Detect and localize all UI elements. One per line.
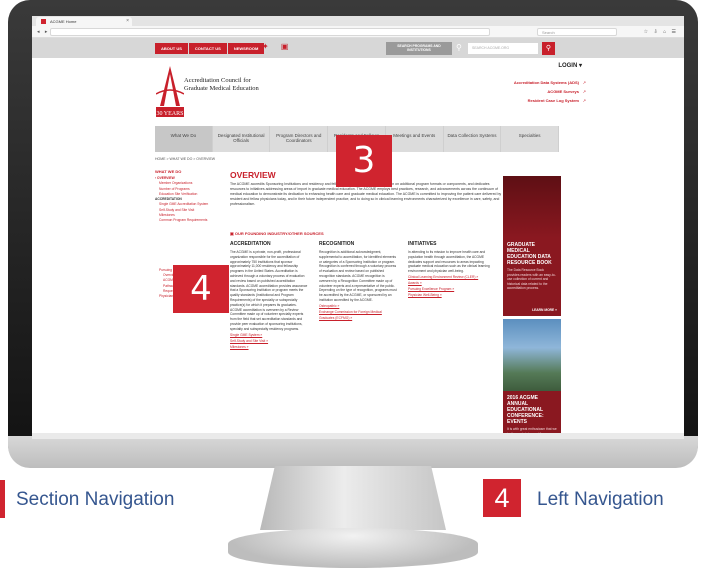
promo-title: 2016 ACGME ANNUAL EDUCATIONAL CONFERENCE… <box>507 395 544 425</box>
left-nav-item[interactable]: Single GME Accreditation System <box>155 202 213 207</box>
left-nav-item[interactable]: Common Program Requirements <box>155 218 213 223</box>
header-link-surveys[interactable]: ACGME Surveys <box>547 89 579 94</box>
header-link-ads[interactable]: Accreditation Data Systems (ADS) <box>514 80 579 85</box>
nav-what-we-do[interactable]: What We Do <box>155 126 213 152</box>
learn-more-button[interactable]: LEARN MORE » <box>532 308 557 312</box>
top-link-about[interactable]: ABOUT US <box>155 43 188 54</box>
browser-search-field[interactable]: Search <box>537 28 617 36</box>
left-nav-title[interactable]: WHAT WE DO <box>155 169 213 174</box>
conference-photo <box>503 319 561 391</box>
left-nav-callout: 4 <box>173 265 229 313</box>
close-icon[interactable]: × <box>126 18 129 24</box>
promo-text: The Data Resource Book provides readers … <box>507 268 556 291</box>
column-text: The ACGME is a private, non-profit, prof… <box>230 250 308 331</box>
promo-title: GRADUATE MEDICAL EDUCATION DATA RESOURCE… <box>507 242 552 266</box>
nav-data-collection[interactable]: Data Collection Systems <box>444 126 502 152</box>
nav-meetings[interactable]: Meetings and Events <box>386 126 444 152</box>
column-heading: INITIATIVES <box>408 241 437 247</box>
external-link-icon: ↗ <box>582 98 586 103</box>
org-name-line2: Graduate Medical Education <box>184 85 259 92</box>
browser-tab-title: ACGME Home <box>50 19 77 24</box>
external-link-icon: ↗ <box>582 80 586 85</box>
login-label: LOGIN <box>558 63 578 69</box>
site-header: 30 YEARS Accreditation Council for Gradu… <box>32 58 684 126</box>
initiatives-column: INITIATIVES In attending to its mission … <box>408 241 490 298</box>
left-navigation-caption-number: 4 <box>483 479 521 517</box>
browser-statusbar <box>32 433 684 439</box>
column-text: Recognition is additional acknowledgment… <box>319 250 397 302</box>
annual-conference-promo[interactable]: 2016 ACGME ANNUAL EDUCATIONAL CONFERENCE… <box>503 319 561 439</box>
search-programs-button[interactable]: SEARCH PROGRAMS AND INSTITUTIONS <box>386 42 452 55</box>
browser-addressbar: ◂ ▸ Search ☆ ⇩ ⌂ ☰ <box>32 26 684 38</box>
column-link[interactable]: Exchange Commission for Foreign Medical … <box>319 309 397 321</box>
nav-dio[interactable]: Designated Institutional Officials <box>213 126 271 152</box>
browser-tab[interactable]: ACGME Home × <box>36 17 132 26</box>
top-link-contact[interactable]: CONTACT US <box>188 43 227 54</box>
column-link[interactable]: Physician Well-Being » <box>408 292 490 298</box>
column-heading: RECOGNITION <box>319 241 355 247</box>
favicon-icon <box>41 19 46 24</box>
top-link-newsroom[interactable]: NEWSROOM <box>227 43 265 54</box>
map-pin-icon[interactable]: ⚲ <box>456 43 462 52</box>
column-heading: ACCREDITATION <box>230 241 271 247</box>
page-title: OVERVIEW <box>230 170 276 180</box>
column-link[interactable]: Milestones » <box>230 344 308 350</box>
site-topbar: ABOUT US CONTACT US NEWSROOM ✦ ▣ SEARCH … <box>32 38 684 58</box>
top-links: ABOUT US CONTACT US NEWSROOM <box>155 43 265 54</box>
section-nav-callout: 3 <box>336 135 392 187</box>
monitor-screen: ACGME Home × ◂ ▸ Search ☆ ⇩ ⌂ ☰ ABOUT US… <box>32 16 684 439</box>
search-icon[interactable]: ⚲ <box>542 42 555 55</box>
social-icons[interactable]: ✦ ▣ <box>262 42 293 51</box>
anniversary-label: 30 YEARS <box>157 111 184 117</box>
toolbar-icons[interactable]: ☆ ⇩ ⌂ ☰ <box>644 29 678 35</box>
url-field[interactable] <box>50 28 490 36</box>
org-name-line1: Accreditation Council for <box>184 77 251 84</box>
acgme-logo-icon[interactable]: 30 YEARS <box>156 66 184 118</box>
column-text: In attending to its mission to improve h… <box>408 250 490 274</box>
monitor-chin <box>8 436 698 468</box>
founding-sources-label: OUR FOUNDING INDUSTRY/OTHER SOURCES <box>234 231 324 236</box>
breadcrumb[interactable]: HOME > WHAT WE DO > OVERVIEW <box>155 157 215 161</box>
recognition-column: RECOGNITION Recognition is additional ac… <box>319 241 397 321</box>
accreditation-column: ACCREDITATION The ACGME is a private, no… <box>230 241 308 350</box>
left-nav-spacer <box>155 224 213 268</box>
nav-program-directors[interactable]: Program Directors and Coordinators <box>270 126 329 152</box>
nav-specialties[interactable]: Specialties <box>501 126 560 152</box>
browser-tabbar: ACGME Home × <box>32 16 684 26</box>
external-link-icon: ↗ <box>582 89 586 94</box>
section-navigation-caption: Section Navigation <box>16 489 175 510</box>
left-navigation-caption: Left Navigation <box>537 489 664 510</box>
monitor-stand-base <box>228 528 478 568</box>
back-forward-icon[interactable]: ◂ ▸ <box>37 29 49 35</box>
monitor-stand-neck <box>260 466 446 530</box>
caption-marker <box>0 480 5 518</box>
site-search-input[interactable]: SEARCH ACGME.ORG <box>468 43 538 54</box>
browser-search-placeholder: Search <box>542 30 555 35</box>
founding-sources-link[interactable]: ▣ OUR FOUNDING INDUSTRY/OTHER SOURCES <box>230 231 324 236</box>
stage: ACGME Home × ◂ ▸ Search ☆ ⇩ ⌂ ☰ ABOUT US… <box>0 0 706 573</box>
promo-image <box>503 176 561 238</box>
header-link-caselog[interactable]: Resident Case Log System <box>528 98 579 103</box>
login-button[interactable]: LOGIN ▾ <box>558 62 582 69</box>
data-resource-book-promo[interactable]: GRADUATE MEDICAL EDUCATION DATA RESOURCE… <box>503 176 561 316</box>
